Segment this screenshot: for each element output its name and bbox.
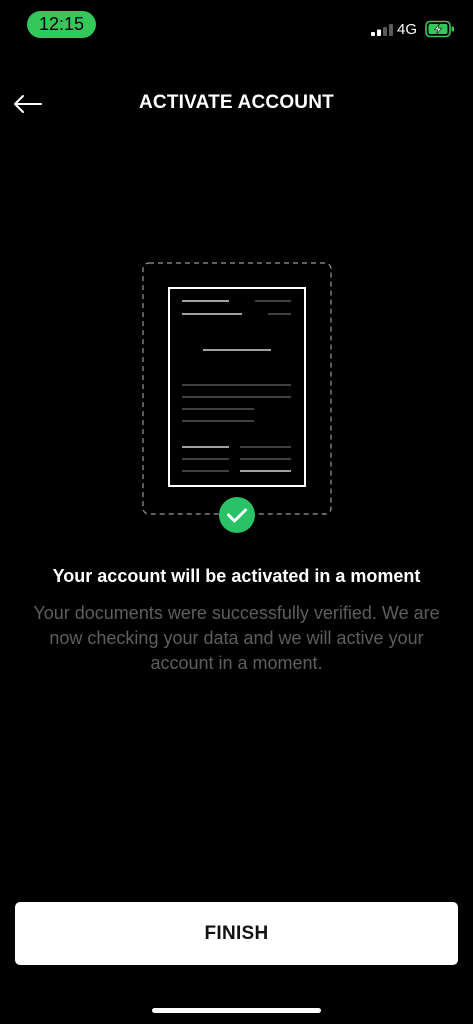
- home-indicator[interactable]: [152, 1008, 321, 1013]
- battery-charging-icon: [425, 20, 454, 38]
- status-time: 12:15: [27, 11, 96, 38]
- status-description: Your documents were successfully verifie…: [33, 603, 440, 673]
- status-bar: 12:15 4G: [0, 0, 473, 52]
- verified-badge: [219, 497, 255, 533]
- status-heading: Your account will be activated in a mome…: [52, 566, 421, 586]
- cellular-signal-icon: [371, 24, 393, 36]
- document-illustration: [142, 262, 332, 533]
- network-type-label: 4G: [397, 21, 418, 38]
- page-title: ACTIVATE ACCOUNT: [139, 92, 334, 113]
- finish-button[interactable]: FINISH: [15, 902, 458, 965]
